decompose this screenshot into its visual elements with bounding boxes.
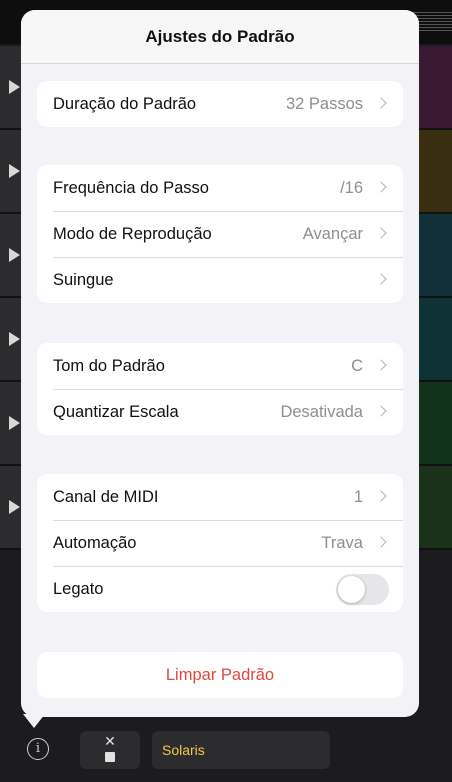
clear-pattern-label: Limpar Padrão: [165, 666, 275, 684]
row-label: Suingue: [53, 271, 114, 289]
row-value: 32 Passos: [285, 95, 363, 113]
chevron-right-icon: [375, 536, 387, 548]
track-header[interactable]: [0, 382, 22, 466]
pattern-lane: [418, 382, 452, 466]
row-label: Duração do Padrão: [53, 95, 197, 113]
row-label: Automação: [53, 534, 137, 552]
row-swing[interactable]: Suingue: [37, 257, 403, 303]
track-header[interactable]: [0, 298, 22, 382]
chevron-right-icon: [375, 181, 387, 193]
row-label: Frequência do Passo: [53, 179, 209, 197]
popover-title: Ajustes do Padrão: [145, 27, 295, 46]
row-legato: Legato: [37, 566, 403, 612]
pattern-lane: [418, 46, 452, 130]
clear-pattern-button[interactable]: Limpar Padrão: [37, 652, 403, 698]
step-group: Frequência do Passo /16 Modo de Reproduç…: [37, 165, 403, 303]
row-label: Canal de MIDI: [53, 488, 159, 506]
row-label: Quantizar Escala: [53, 403, 179, 421]
pitch-group: Tom do Padrão C Quantizar Escala Desativ…: [37, 343, 403, 435]
stop-icon: [105, 752, 115, 762]
stop-button[interactable]: ✕: [80, 731, 140, 769]
row-automation[interactable]: Automação Trava: [37, 520, 403, 566]
play-icon: [9, 416, 20, 430]
row-value: Desativada: [280, 403, 363, 421]
pattern-lane: [418, 130, 452, 214]
play-icon: [9, 80, 20, 94]
popover-header: Ajustes do Padrão: [21, 10, 419, 64]
track-header[interactable]: [0, 130, 22, 214]
chevron-right-icon: [375, 97, 387, 109]
chevron-right-icon: [375, 490, 387, 502]
row-label: Modo de Reprodução: [53, 225, 212, 243]
row-step-rate[interactable]: Frequência do Passo /16: [37, 165, 403, 211]
chevron-right-icon: [375, 405, 387, 417]
chevron-right-icon: [375, 227, 387, 239]
row-label: Legato: [53, 580, 104, 598]
row-value: /16: [340, 179, 363, 197]
play-icon: [9, 332, 20, 346]
pattern-lane: [418, 298, 452, 382]
row-value: C: [351, 357, 363, 375]
legato-toggle[interactable]: [336, 574, 389, 605]
row-pattern-length[interactable]: Duração do Padrão 32 Passos: [37, 81, 403, 127]
info-icon[interactable]: i: [27, 738, 49, 760]
track-header[interactable]: [0, 466, 22, 550]
chevron-right-icon: [375, 359, 387, 371]
track-header[interactable]: [0, 214, 22, 298]
row-pattern-key[interactable]: Tom do Padrão C: [37, 343, 403, 389]
clear-group: Limpar Padrão: [37, 652, 403, 698]
close-icon: ✕: [104, 733, 116, 749]
play-icon: [9, 248, 20, 262]
pattern-lane: [418, 466, 452, 550]
pattern-settings-popover: Ajustes do Padrão Duração do Padrão 32 P…: [21, 10, 419, 717]
row-value: 1: [353, 488, 363, 506]
toggle-knob: [338, 576, 365, 603]
length-group: Duração do Padrão 32 Passos: [37, 81, 403, 127]
row-playback-mode[interactable]: Modo de Reprodução Avançar: [37, 211, 403, 257]
row-value: Avançar: [302, 225, 363, 243]
pattern-lane: [418, 214, 452, 298]
row-value: Trava: [321, 534, 363, 552]
chevron-right-icon: [375, 273, 387, 285]
row-midi-channel[interactable]: Canal de MIDI 1: [37, 474, 403, 520]
row-scale-quantize[interactable]: Quantizar Escala Desativada: [37, 389, 403, 435]
track-header[interactable]: [0, 46, 22, 130]
play-icon: [9, 500, 20, 514]
play-icon: [9, 164, 20, 178]
pattern-name-field[interactable]: Solaris: [152, 731, 330, 769]
midi-group: Canal de MIDI 1 Automação Trava Legato: [37, 474, 403, 612]
row-label: Tom do Padrão: [53, 357, 165, 375]
